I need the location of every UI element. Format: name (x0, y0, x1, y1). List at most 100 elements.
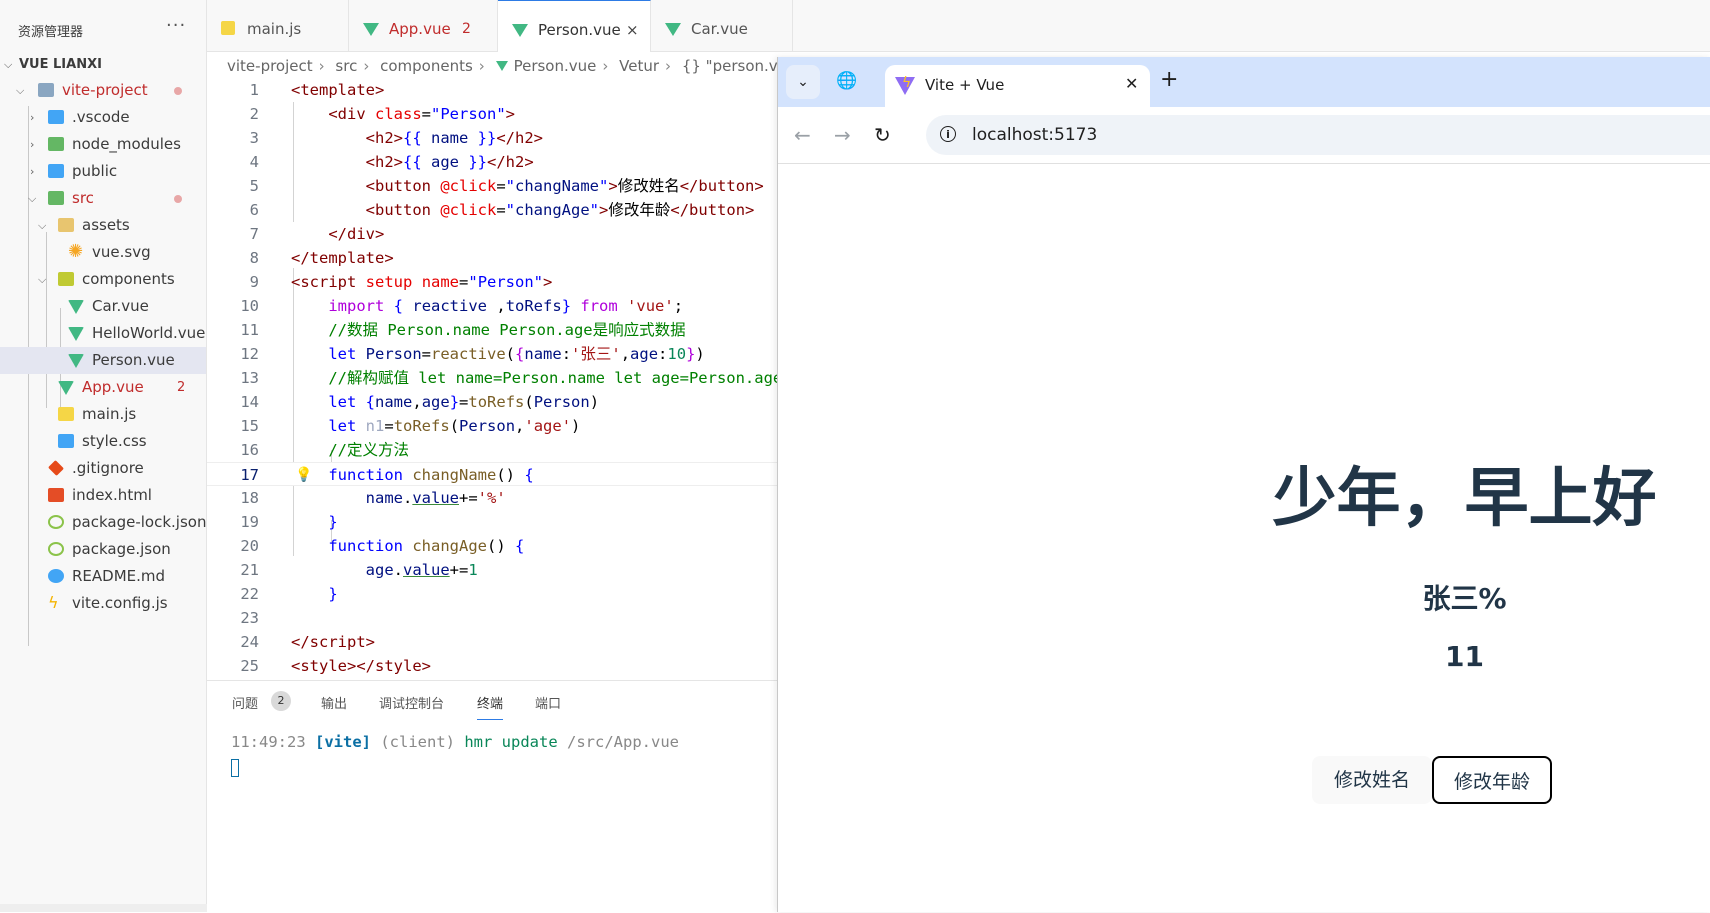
tab-search-chevron-icon[interactable]: ⌄ (786, 65, 820, 99)
code-text: let {name,age}=toRefs(Person) (328, 393, 600, 411)
code-editor[interactable]: 1 <template> 2 <div class="Person"> 3 <h2… (207, 78, 777, 678)
line-number: 20 (240, 537, 259, 555)
change-age-button[interactable]: 修改年龄 (1432, 756, 1552, 804)
tab-output[interactable]: 输出 (321, 693, 347, 712)
chevron-right-icon: › (478, 57, 485, 75)
vue-icon (512, 24, 528, 37)
breadcrumb-item[interactable]: src (335, 57, 357, 75)
more-actions-icon[interactable]: ··· (166, 15, 186, 36)
explorer-title: 资源管理器 (18, 25, 84, 40)
tree-folder-vite-project[interactable]: ⌵ vite-project (0, 77, 206, 104)
code-line: 15 let n1=toRefs(Person,'age') (207, 414, 777, 438)
address-bar[interactable]: i localhost:5173 (926, 115, 1710, 155)
node-folder-icon (48, 137, 64, 151)
tree-file-readme-md[interactable]: README.md (0, 563, 206, 590)
code-line: 1 <template> (207, 78, 777, 102)
code-text: age.value+=1 (365, 561, 478, 579)
tab-main-js[interactable]: main.js (207, 0, 349, 52)
code-line: 12 let Person=reactive({name:'张三',age:10… (207, 342, 777, 366)
tab-ports[interactable]: 端口 (535, 693, 561, 712)
line-number: 25 (240, 657, 259, 675)
git-file-icon (48, 460, 64, 476)
tree-folder-src[interactable]: ⌵ src (0, 185, 206, 212)
browser-toolbar: ← → ↻ i localhost:5173 (778, 107, 1710, 164)
code-text: import { reactive ,toRefs} from 'vue'; (328, 297, 684, 315)
tree-folder-vscode[interactable]: › .vscode (0, 104, 206, 131)
tree-file-style-css[interactable]: style.css (0, 428, 206, 455)
terminal-client: (client) (380, 733, 455, 751)
chevron-down-icon: ⌵ (16, 84, 25, 97)
chevron-down-icon: ⌵ (38, 273, 47, 286)
tree-item-label: package.json (72, 540, 171, 558)
tree-folder-assets[interactable]: ⌵ assets (0, 212, 206, 239)
code-line: 5 <button @click="changName">修改姓名</butto… (207, 174, 777, 198)
code-text: <div class="Person"> (328, 105, 516, 123)
tree-file-vue-svg[interactable]: ✺ vue.svg (0, 239, 206, 266)
tree-item-label: README.md (72, 567, 166, 585)
tree-file-helloworld-vue[interactable]: HelloWorld.vue (0, 320, 206, 347)
tree-file-car-vue[interactable]: Car.vue (0, 293, 206, 320)
site-info-icon[interactable]: i (940, 126, 956, 142)
line-number: 17 (240, 466, 259, 484)
close-icon[interactable]: × (626, 1, 639, 59)
code-text: //数据 Person.name Person.age是响应式数据 (328, 321, 686, 339)
terminal-cursor[interactable] (231, 759, 239, 777)
tree-item-label: components (82, 270, 175, 288)
terminal-output-line: 11:49:23 [vite] (client) hmr update /src… (231, 733, 679, 751)
json-file-icon (48, 515, 64, 529)
terminal-path: /src/App.vue (567, 733, 679, 751)
globe-icon[interactable]: 🌐 (832, 66, 862, 96)
workspace-root[interactable]: ⌵ VUE LIANXI (0, 55, 206, 77)
tree-folder-node-modules[interactable]: › node_modules (0, 131, 206, 158)
line-number: 19 (240, 513, 259, 531)
tab-debug-console[interactable]: 调试控制台 (379, 693, 444, 712)
tree-file-package-json[interactable]: package.json (0, 536, 206, 563)
back-arrow-icon[interactable]: ← (794, 123, 811, 147)
forward-arrow-icon[interactable]: → (834, 123, 851, 147)
breadcrumb-item[interactable]: components (380, 57, 473, 75)
editor-tab-bar: main.js App.vue 2 Person.vue × Car.vue (207, 0, 1710, 52)
line-number: 15 (240, 417, 259, 435)
tree-file-package-lock-json[interactable]: package-lock.json (0, 509, 206, 536)
new-tab-plus-icon[interactable]: + (1160, 67, 1178, 92)
tree-file-app-vue[interactable]: App.vue 2 (0, 374, 206, 401)
assets-folder-icon (58, 218, 74, 232)
tree-file-vite-config-js[interactable]: ϟ vite.config.js (0, 590, 206, 617)
bottom-panel: 问题 2 输出 调试控制台 终端 端口 11:49:23 [vite] (cli… (207, 680, 777, 913)
change-name-button[interactable]: 修改姓名 (1312, 756, 1432, 804)
js-file-icon (58, 407, 74, 421)
code-text: //解构赋值 let name=Person.name let age=Pers… (328, 369, 777, 387)
tree-file-main-js[interactable]: main.js (0, 401, 206, 428)
line-number: 18 (240, 489, 259, 507)
line-number: 4 (249, 153, 259, 171)
code-line: 18 name.value+='%' (207, 486, 777, 510)
tree-file-index-html[interactable]: index.html (0, 482, 206, 509)
tree-file-person-vue[interactable]: Person.vue (0, 347, 206, 374)
tab-app-vue[interactable]: App.vue 2 (349, 0, 498, 52)
tab-terminal[interactable]: 终端 (477, 693, 504, 720)
terminal-tag: [vite] (315, 733, 371, 751)
code-line: 10 import { reactive ,toRefs} from 'vue'… (207, 294, 777, 318)
tree-file-gitignore[interactable]: .gitignore (0, 455, 206, 482)
line-number: 2 (249, 105, 259, 123)
close-icon[interactable]: ✕ (1125, 74, 1138, 93)
tree-folder-components[interactable]: ⌵ components (0, 266, 206, 293)
chevron-down-icon: ⌵ (38, 219, 47, 232)
code-line-current: 17 💡 function changName() { (207, 462, 777, 486)
vite-bolt-icon: ϟ (902, 75, 912, 91)
html-file-icon (48, 488, 64, 502)
tree-item-label: .gitignore (72, 459, 144, 477)
tree-item-label: assets (82, 216, 130, 234)
reload-icon[interactable]: ↻ (874, 123, 891, 147)
tree-folder-public[interactable]: › public (0, 158, 206, 185)
browser-tab-active[interactable]: ϟ Vite + Vue ✕ (885, 65, 1150, 107)
tab-problems[interactable]: 问题 (232, 693, 258, 712)
chevron-right-icon: › (30, 138, 35, 151)
breadcrumb-item[interactable]: Person.vue (514, 57, 597, 75)
breadcrumb-item[interactable]: vite-project (227, 57, 313, 75)
folder-icon (38, 83, 54, 97)
tab-person-vue[interactable]: Person.vue × (498, 0, 651, 52)
tab-car-vue[interactable]: Car.vue (651, 0, 793, 52)
breadcrumb-item[interactable]: Vetur (619, 57, 659, 75)
code-line: 19 } (207, 510, 777, 534)
